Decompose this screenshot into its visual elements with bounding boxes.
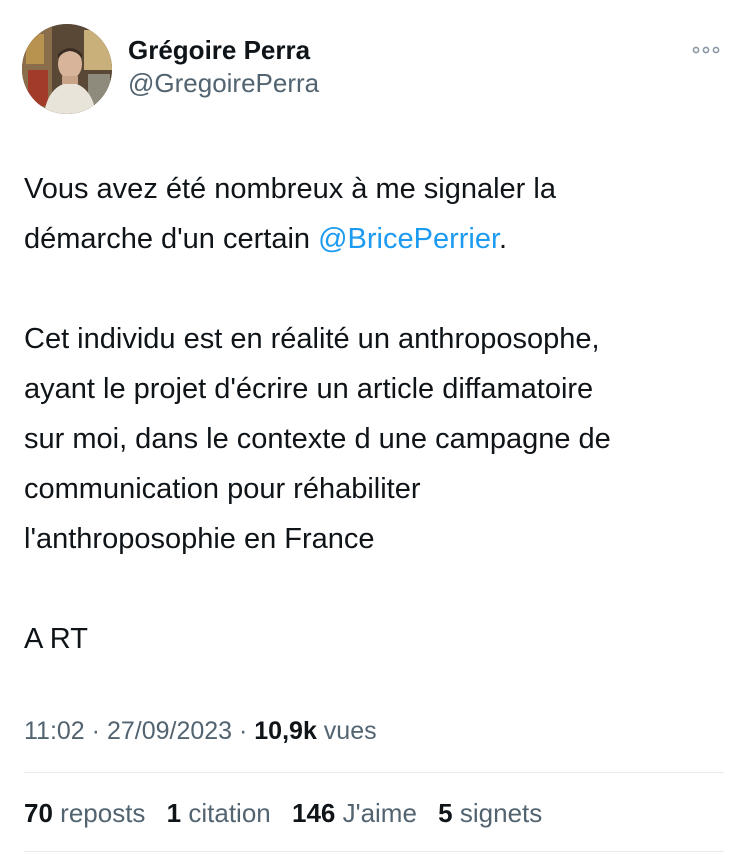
divider: [24, 851, 724, 852]
tweet-line: Cet individu est en réalité un anthropos…: [24, 323, 600, 355]
avatar-photo: [22, 24, 112, 114]
engagement-stats: 70 reposts 1 citation 146 J'aime 5 signe…: [24, 796, 556, 830]
stat-bookmarks[interactable]: 5 signets: [438, 796, 542, 830]
tweet-meta: 11:02 · 27/09/2023 · 10,9k vues: [24, 714, 377, 748]
author-handle[interactable]: @GregoirePerra: [128, 66, 319, 100]
more-options-button[interactable]: [692, 40, 720, 60]
views-count[interactable]: 10,9k: [254, 717, 317, 745]
author-display-name[interactable]: Grégoire Perra: [128, 34, 319, 66]
stat-label: signets: [459, 798, 543, 828]
tweet-line: sur moi, dans le contexte d une campagne…: [24, 423, 611, 455]
meta-separator: ·: [232, 717, 255, 745]
tweet-text-span: .: [499, 223, 508, 255]
avatar[interactable]: [22, 24, 112, 114]
more-horizontal-icon: [692, 46, 720, 54]
stat-count: 1: [166, 798, 182, 828]
tweet-text: Vous avez été nombreux à me signaler la …: [24, 164, 724, 664]
stat-label: citation: [188, 798, 271, 828]
stat-reposts[interactable]: 70 reposts: [24, 796, 145, 830]
tweet-detail: Grégoire Perra @GregoirePerra Vous avez …: [0, 0, 748, 855]
tweet-line: A RT: [24, 623, 88, 655]
author-block: Grégoire Perra @GregoirePerra: [128, 34, 319, 100]
tweet-date[interactable]: 27/09/2023: [107, 717, 232, 745]
stat-label: J'aime: [342, 798, 417, 828]
stat-count: 70: [24, 798, 53, 828]
meta-separator: ·: [84, 717, 107, 745]
stat-likes[interactable]: 146 J'aime: [292, 796, 417, 830]
tweet-text-span: démarche d'un certain: [24, 223, 319, 255]
mention-link[interactable]: @BricePerrier: [318, 223, 499, 255]
stat-quotes[interactable]: 1 citation: [167, 796, 271, 830]
tweet-line: Vous avez été nombreux à me signaler la: [24, 173, 556, 205]
tweet-line: ayant le projet d'écrire un article diff…: [24, 373, 594, 405]
views-label: vues: [316, 717, 377, 745]
tweet-time[interactable]: 11:02: [24, 717, 85, 745]
tweet-line: communication pour réhabiliter: [24, 473, 421, 505]
tweet-line: démarche d'un certain @BricePerrier.: [24, 214, 724, 264]
stat-label: reposts: [60, 798, 146, 828]
divider: [24, 772, 724, 773]
stat-count: 146: [291, 798, 336, 828]
tweet-line: l'anthroposophie en France: [24, 523, 375, 555]
stat-count: 5: [438, 798, 453, 828]
